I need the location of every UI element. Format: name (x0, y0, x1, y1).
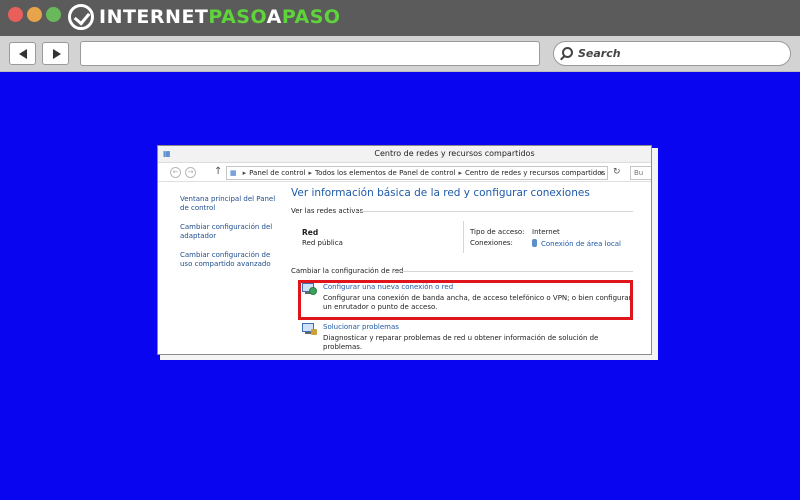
browser-toolbar: Search (0, 36, 800, 72)
highlight-box (298, 280, 633, 320)
connection-link-label: Conexión de área local (541, 240, 621, 248)
troubleshoot-icon (302, 323, 317, 335)
access-type-label: Tipo de acceso: (470, 228, 525, 236)
change-settings-heading: Cambiar la configuración de red (291, 267, 404, 275)
browser-search-input[interactable]: Search (553, 41, 791, 66)
window-shadow (652, 148, 658, 358)
network-name: Red (302, 228, 319, 237)
checkmark-logo-icon (68, 4, 94, 30)
troubleshoot-link[interactable]: Solucionar problemas (323, 323, 399, 331)
browser-title-bar: INTERNETPASOAPASO (0, 0, 800, 36)
address-bar[interactable] (80, 41, 540, 66)
page-title: Ver información básica de la red y confi… (291, 187, 590, 199)
search-icon (562, 47, 573, 58)
maximize-window-button[interactable] (46, 7, 61, 22)
access-type-value: Internet (532, 228, 560, 236)
troubleshoot-description: Diagnosticar y reparar problemas de red … (323, 334, 599, 351)
divider (393, 271, 633, 272)
minimize-window-button[interactable] (27, 7, 42, 22)
close-window-button[interactable] (8, 7, 23, 22)
ethernet-icon (532, 239, 537, 247)
window-shadow-bottom (160, 355, 658, 360)
main-content: Ver información básica de la red y confi… (157, 145, 652, 355)
logo-text-a: A (266, 6, 282, 28)
divider (463, 221, 464, 253)
forward-button[interactable] (42, 42, 69, 65)
network-type[interactable]: Red pública (302, 239, 343, 247)
search-placeholder: Search (578, 47, 621, 60)
logo-text-paso: PASO (208, 6, 267, 28)
site-logo: INTERNETPASOAPASO (99, 6, 341, 28)
divider (353, 211, 633, 212)
back-button[interactable] (9, 42, 36, 65)
connections-label: Conexiones: (470, 239, 513, 247)
connection-link[interactable]: Conexión de área local (532, 239, 621, 248)
logo-text-internet: INTERNET (99, 6, 209, 28)
logo-text-paso-2: PASO (281, 6, 341, 28)
